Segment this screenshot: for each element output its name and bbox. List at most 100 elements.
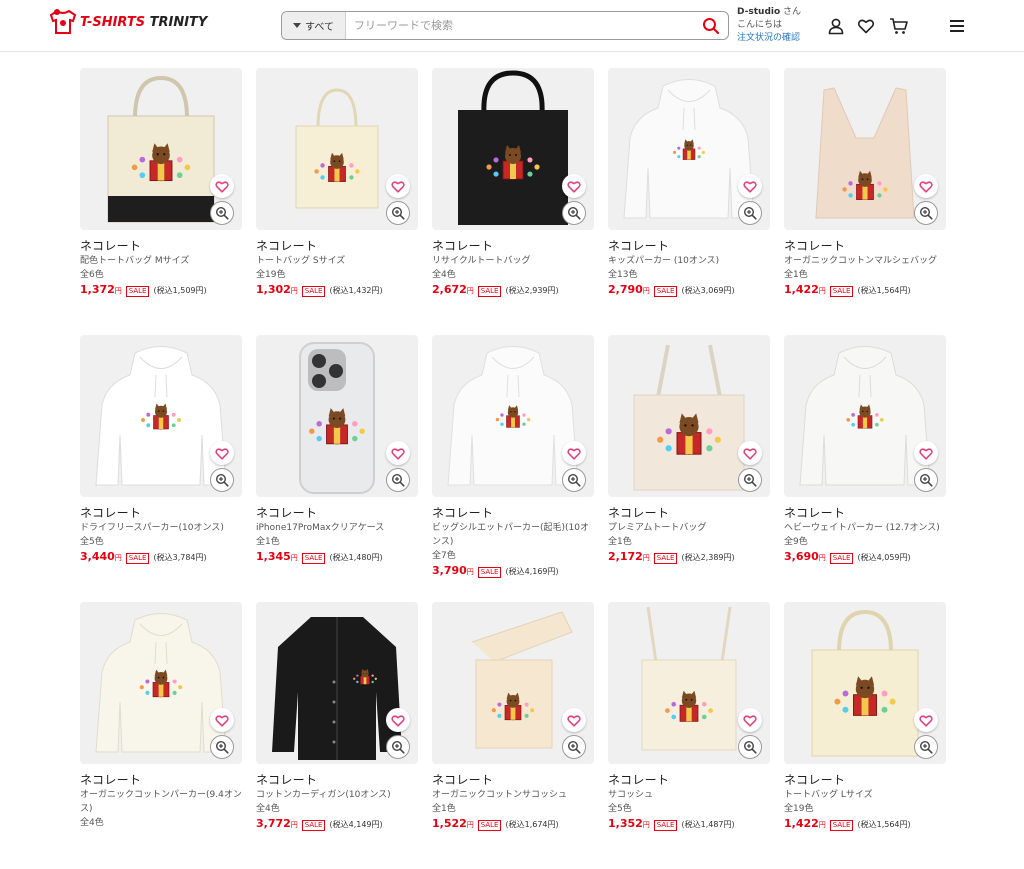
product-image[interactable]: [432, 68, 594, 230]
favorites-button[interactable]: [855, 15, 877, 37]
favorite-button[interactable]: [914, 708, 938, 732]
product-name[interactable]: ネコレート: [608, 238, 770, 254]
product-card[interactable]: ネコレート ドライフリースパーカー(10オンス) 全5色 3,440円 SALE…: [80, 335, 242, 602]
cart-button[interactable]: [888, 15, 910, 37]
product-card[interactable]: ネコレート キッズパーカー (10オンス) 全13色 2,790円 SALE (…: [608, 68, 770, 335]
favorite-button[interactable]: [210, 174, 234, 198]
sale-badge: SALE: [301, 286, 326, 297]
product-name[interactable]: ネコレート: [432, 772, 594, 788]
favorite-button[interactable]: [386, 708, 410, 732]
zoom-button[interactable]: [562, 201, 586, 225]
sale-badge: SALE: [477, 820, 502, 831]
product-card[interactable]: ネコレート サコッシュ 全5色 1,352円 SALE (税込1,487円): [608, 602, 770, 869]
favorite-button[interactable]: [562, 441, 586, 465]
product-card[interactable]: ネコレート リサイクルトートバッグ 全4色 2,672円 SALE (税込2,9…: [432, 68, 594, 335]
product-image[interactable]: [256, 68, 418, 230]
product-image[interactable]: [256, 602, 418, 764]
zoom-button[interactable]: [210, 735, 234, 759]
search-icon: [703, 17, 720, 34]
product-card[interactable]: ネコレート オーガニックコットンマルシェバッグ 全1色 1,422円 SALE …: [784, 68, 946, 335]
product-image[interactable]: [608, 68, 770, 230]
zoom-button[interactable]: [386, 201, 410, 225]
product-image[interactable]: [80, 68, 242, 230]
product-name[interactable]: ネコレート: [784, 238, 946, 254]
product-name[interactable]: ネコレート: [432, 505, 594, 521]
product-image[interactable]: [80, 602, 242, 764]
favorite-button[interactable]: [562, 174, 586, 198]
product-card[interactable]: ネコレート ヘビーウェイトパーカー (12.7オンス) 全9色 3,690円 S…: [784, 335, 946, 602]
product-name[interactable]: ネコレート: [784, 772, 946, 788]
product-name[interactable]: ネコレート: [608, 505, 770, 521]
menu-button[interactable]: [946, 15, 968, 37]
product-name[interactable]: ネコレート: [256, 772, 418, 788]
favorite-button[interactable]: [738, 441, 762, 465]
product-card[interactable]: ネコレート 配色トートバッグ Mサイズ 全6色 1,372円 SALE (税込1…: [80, 68, 242, 335]
search-button[interactable]: [694, 12, 728, 39]
favorite-button[interactable]: [562, 708, 586, 732]
product-card[interactable]: ネコレート オーガニックコットンパーカー(9.4オンス) 全4色: [80, 602, 242, 869]
product-image[interactable]: [432, 602, 594, 764]
zoom-button[interactable]: [914, 468, 938, 492]
product-card[interactable]: ネコレート ビッグシルエットパーカー(起毛)(10オンス) 全7色 3,790円…: [432, 335, 594, 602]
product-name[interactable]: ネコレート: [256, 238, 418, 254]
favorite-button[interactable]: [386, 174, 410, 198]
product-image[interactable]: [784, 335, 946, 497]
zoom-button[interactable]: [210, 468, 234, 492]
account-button[interactable]: [825, 15, 847, 37]
product-name[interactable]: ネコレート: [784, 505, 946, 521]
product-name[interactable]: ネコレート: [80, 772, 242, 788]
product-image[interactable]: [784, 68, 946, 230]
product-image[interactable]: [256, 335, 418, 497]
zoom-button[interactable]: [210, 201, 234, 225]
favorite-button[interactable]: [210, 441, 234, 465]
product-grid: ネコレート 配色トートバッグ Mサイズ 全6色 1,372円 SALE (税込1…: [80, 68, 946, 869]
search-input[interactable]: [346, 12, 694, 39]
product-card[interactable]: ネコレート トートバッグ Lサイズ 全19色 1,422円 SALE (税込1,…: [784, 602, 946, 869]
zoom-button[interactable]: [386, 735, 410, 759]
product-colors: 全5色: [608, 804, 632, 814]
product-card[interactable]: ネコレート コットンカーディガン(10オンス) 全4色 3,772円 SALE …: [256, 602, 418, 869]
favorite-button[interactable]: [210, 708, 234, 732]
product-image[interactable]: [432, 335, 594, 497]
product-price: 2,790円: [608, 283, 650, 296]
search-category-select[interactable]: すべて: [282, 12, 346, 39]
zoom-button[interactable]: [738, 201, 762, 225]
zoom-button[interactable]: [386, 468, 410, 492]
product-image[interactable]: [608, 335, 770, 497]
product-name[interactable]: ネコレート: [608, 772, 770, 788]
zoom-button[interactable]: [562, 468, 586, 492]
product-name[interactable]: ネコレート: [432, 238, 594, 254]
favorite-button[interactable]: [386, 441, 410, 465]
product-card[interactable]: ネコレート トートバッグ Sサイズ 全19色 1,302円 SALE (税込1,…: [256, 68, 418, 335]
product-card[interactable]: ネコレート オーガニックコットンサコッシュ 全1色 1,522円 SALE (税…: [432, 602, 594, 869]
order-status-link[interactable]: 注文状況の確認: [737, 32, 801, 45]
zoom-in-icon: [567, 740, 581, 754]
product-name[interactable]: ネコレート: [256, 505, 418, 521]
product-image[interactable]: [608, 602, 770, 764]
product-image[interactable]: [80, 335, 242, 497]
favorite-button[interactable]: [914, 441, 938, 465]
greeting-text: こんにちは: [737, 20, 783, 30]
zoom-button[interactable]: [738, 735, 762, 759]
favorite-button[interactable]: [738, 174, 762, 198]
product-colors: 全1色: [432, 804, 456, 814]
product-price: 3,790円: [432, 564, 474, 577]
favorite-button[interactable]: [914, 174, 938, 198]
zoom-button[interactable]: [914, 201, 938, 225]
zoom-button[interactable]: [562, 735, 586, 759]
zoom-button[interactable]: [738, 468, 762, 492]
sale-badge: SALE: [301, 820, 326, 831]
product-card[interactable]: ネコレート プレミアムトートバッグ 全1色 2,172円 SALE (税込2,3…: [608, 335, 770, 602]
product-card[interactable]: ネコレート iPhone17ProMaxクリアケース 全1色 1,345円 SA…: [256, 335, 418, 602]
product-name[interactable]: ネコレート: [80, 238, 242, 254]
heart-icon: [857, 19, 875, 34]
site-logo[interactable]: T-SHIRTS TRINITY: [48, 8, 207, 36]
heart-icon: [567, 714, 581, 727]
product-name[interactable]: ネコレート: [80, 505, 242, 521]
tax-included-price: (税込1,674円): [505, 820, 559, 829]
tax-included-price: (税込3,784円): [153, 553, 207, 562]
favorite-button[interactable]: [738, 708, 762, 732]
product-image[interactable]: [784, 602, 946, 764]
price-line: 1,422円 SALE (税込1,564円): [784, 283, 946, 297]
zoom-button[interactable]: [914, 735, 938, 759]
